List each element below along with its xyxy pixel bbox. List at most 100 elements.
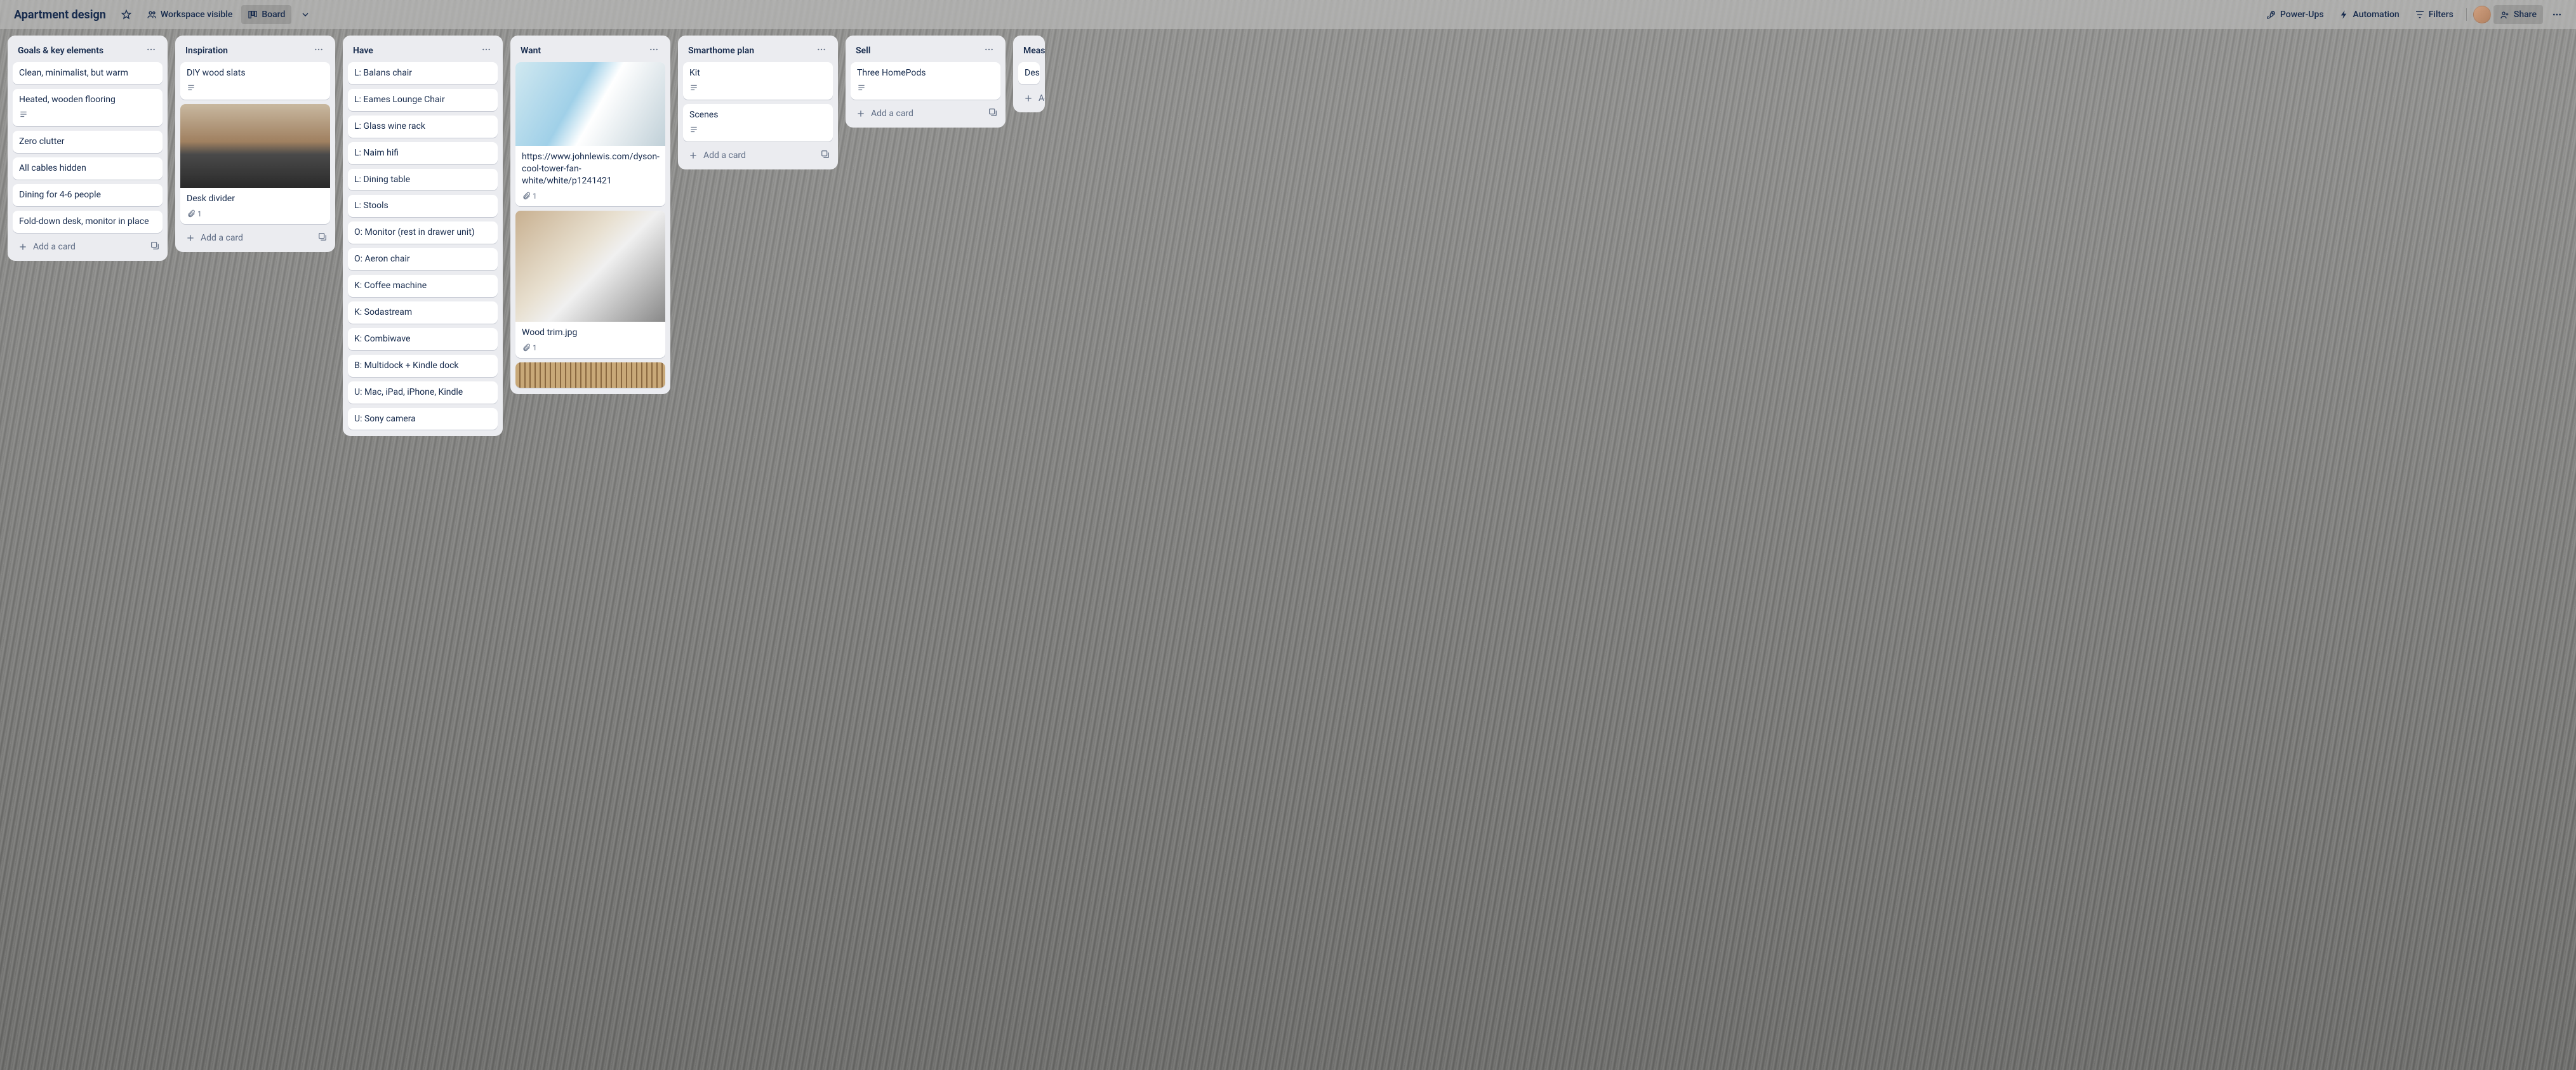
card[interactable]: Kit (683, 62, 833, 100)
automation-button[interactable]: Automation (2333, 5, 2406, 24)
workspace-visibility-label: Workspace visible (161, 10, 232, 20)
add-card-label: Add a card (703, 150, 746, 161)
card-title: All cables hidden (19, 162, 156, 175)
template-icon (988, 107, 998, 117)
card[interactable]: Three HomePods (851, 62, 1000, 100)
list-title[interactable]: Goals & key elements (18, 46, 103, 56)
card[interactable]: Dining for 4-6 people (13, 184, 163, 206)
list: Have L: Balans chair L: Eames Lounge Chair… (343, 36, 503, 436)
card[interactable]: Desk (1018, 62, 1040, 84)
card[interactable]: Zero clutter (13, 131, 163, 153)
board-view-label: Board (262, 10, 285, 20)
list: Want https://www.johnlewis.com/dyson-cool… (510, 36, 670, 394)
list-title[interactable]: Have (353, 46, 373, 56)
card[interactable]: O: Aeron chair (348, 248, 498, 270)
member-avatar[interactable] (2473, 6, 2491, 23)
dots-icon (314, 44, 324, 55)
description-badge (689, 125, 698, 136)
list-menu-button[interactable] (983, 43, 995, 58)
card-title: O: Monitor (rest in drawer unit) (354, 227, 491, 239)
card-title: Clean, minimalist, but warm (19, 67, 156, 79)
card-title: Heated, wooden flooring (19, 94, 156, 106)
board-canvas[interactable]: Goals & key elements Clean, minimalist, b… (0, 29, 2576, 1070)
card[interactable]: Scenes (683, 104, 833, 142)
filters-button[interactable]: Filters (2408, 5, 2460, 24)
card-cover (515, 62, 665, 146)
dots-icon (984, 44, 994, 55)
add-card-button[interactable]: Add a card (683, 147, 814, 164)
card[interactable]: Clean, minimalist, but warm (13, 62, 163, 84)
card[interactable]: L: Dining table (348, 169, 498, 191)
add-card-button[interactable]: Ad (1018, 89, 1045, 107)
star-board-button[interactable] (115, 5, 138, 24)
card[interactable]: Wood trim.jpg1 (515, 211, 665, 358)
add-card-button[interactable]: Add a card (851, 105, 981, 122)
card[interactable]: L: Stools (348, 195, 498, 217)
list-title[interactable]: Meas (1023, 46, 1045, 56)
list-title[interactable]: Want (521, 46, 541, 56)
view-switcher-button[interactable] (294, 5, 317, 24)
card[interactable]: https://www.johnlewis.com/dyson-cool-tow… (515, 62, 665, 206)
card[interactable]: Heated, wooden flooring (13, 89, 163, 126)
add-card-label: Add a card (33, 242, 76, 252)
card[interactable]: Fold-down desk, monitor in place (13, 211, 163, 233)
list: Meas Desk Ad (1013, 36, 1045, 112)
card[interactable] (515, 362, 665, 388)
card[interactable]: L: Glass wine rack (348, 116, 498, 138)
list-title[interactable]: Sell (856, 46, 870, 56)
share-button[interactable]: Share (2493, 5, 2543, 24)
board-name[interactable]: Apartment design (8, 4, 112, 25)
card[interactable]: L: Naim hifi (348, 142, 498, 164)
add-card-button[interactable]: Add a card (13, 238, 143, 256)
card-template-button[interactable] (985, 105, 1000, 122)
card[interactable]: U: Mac, iPad, iPhone, Kindle (348, 381, 498, 404)
dots-icon (146, 44, 156, 55)
list-footer: Add a card (13, 238, 163, 256)
card-title: U: Sony camera (354, 413, 491, 425)
list-menu-button[interactable] (480, 43, 493, 58)
list-menu-button[interactable] (312, 43, 325, 58)
list-footer: Add a card (180, 229, 330, 247)
description-icon (689, 83, 698, 92)
list-header: Want (515, 41, 665, 62)
card-template-button[interactable] (315, 229, 330, 247)
plus-icon (1023, 93, 1033, 103)
card-list: DIY wood slats Desk divider1 (180, 62, 330, 225)
powerups-button[interactable]: Power-Ups (2260, 5, 2330, 24)
plus-icon (688, 150, 698, 161)
card-template-button[interactable] (147, 238, 163, 256)
description-icon (689, 125, 698, 134)
dots-icon (2552, 10, 2562, 20)
filters-label: Filters (2429, 10, 2453, 20)
list-menu-button[interactable] (815, 43, 828, 58)
list-menu-button[interactable] (145, 43, 157, 58)
list-title[interactable]: Smarthome plan (688, 46, 754, 56)
list-header: Smarthome plan (683, 41, 833, 62)
card-title: Desk (1025, 67, 1033, 79)
list-header: Meas (1018, 41, 1040, 62)
add-card-button[interactable]: Add a card (180, 229, 311, 247)
board-view-button[interactable]: Board (241, 5, 291, 24)
list-menu-button[interactable] (647, 43, 660, 58)
card-template-button[interactable] (818, 147, 833, 164)
card[interactable]: K: Sodastream (348, 301, 498, 324)
card[interactable]: U: Sony camera (348, 408, 498, 430)
card[interactable]: O: Monitor (rest in drawer unit) (348, 221, 498, 244)
workspace-visibility-button[interactable]: Workspace visible (140, 5, 239, 24)
card[interactable]: K: Coffee machine (348, 275, 498, 297)
list: Smarthome plan Kit Scenes Add a card (678, 36, 838, 169)
description-icon (19, 110, 28, 119)
card[interactable]: L: Eames Lounge Chair (348, 89, 498, 111)
list: Inspiration DIY wood slats Desk divider1 Ad… (175, 36, 335, 252)
card[interactable]: B: Multidock + Kindle dock (348, 355, 498, 377)
card[interactable]: Desk divider1 (180, 104, 330, 224)
card-cover (515, 362, 665, 388)
list-title[interactable]: Inspiration (185, 46, 228, 56)
list-header: Goals & key elements (13, 41, 163, 62)
card[interactable]: L: Balans chair (348, 62, 498, 84)
board-menu-button[interactable] (2546, 5, 2568, 24)
card[interactable]: DIY wood slats (180, 62, 330, 100)
card[interactable]: K: Combiwave (348, 328, 498, 350)
card-title: L: Dining table (354, 174, 491, 186)
card[interactable]: All cables hidden (13, 157, 163, 180)
